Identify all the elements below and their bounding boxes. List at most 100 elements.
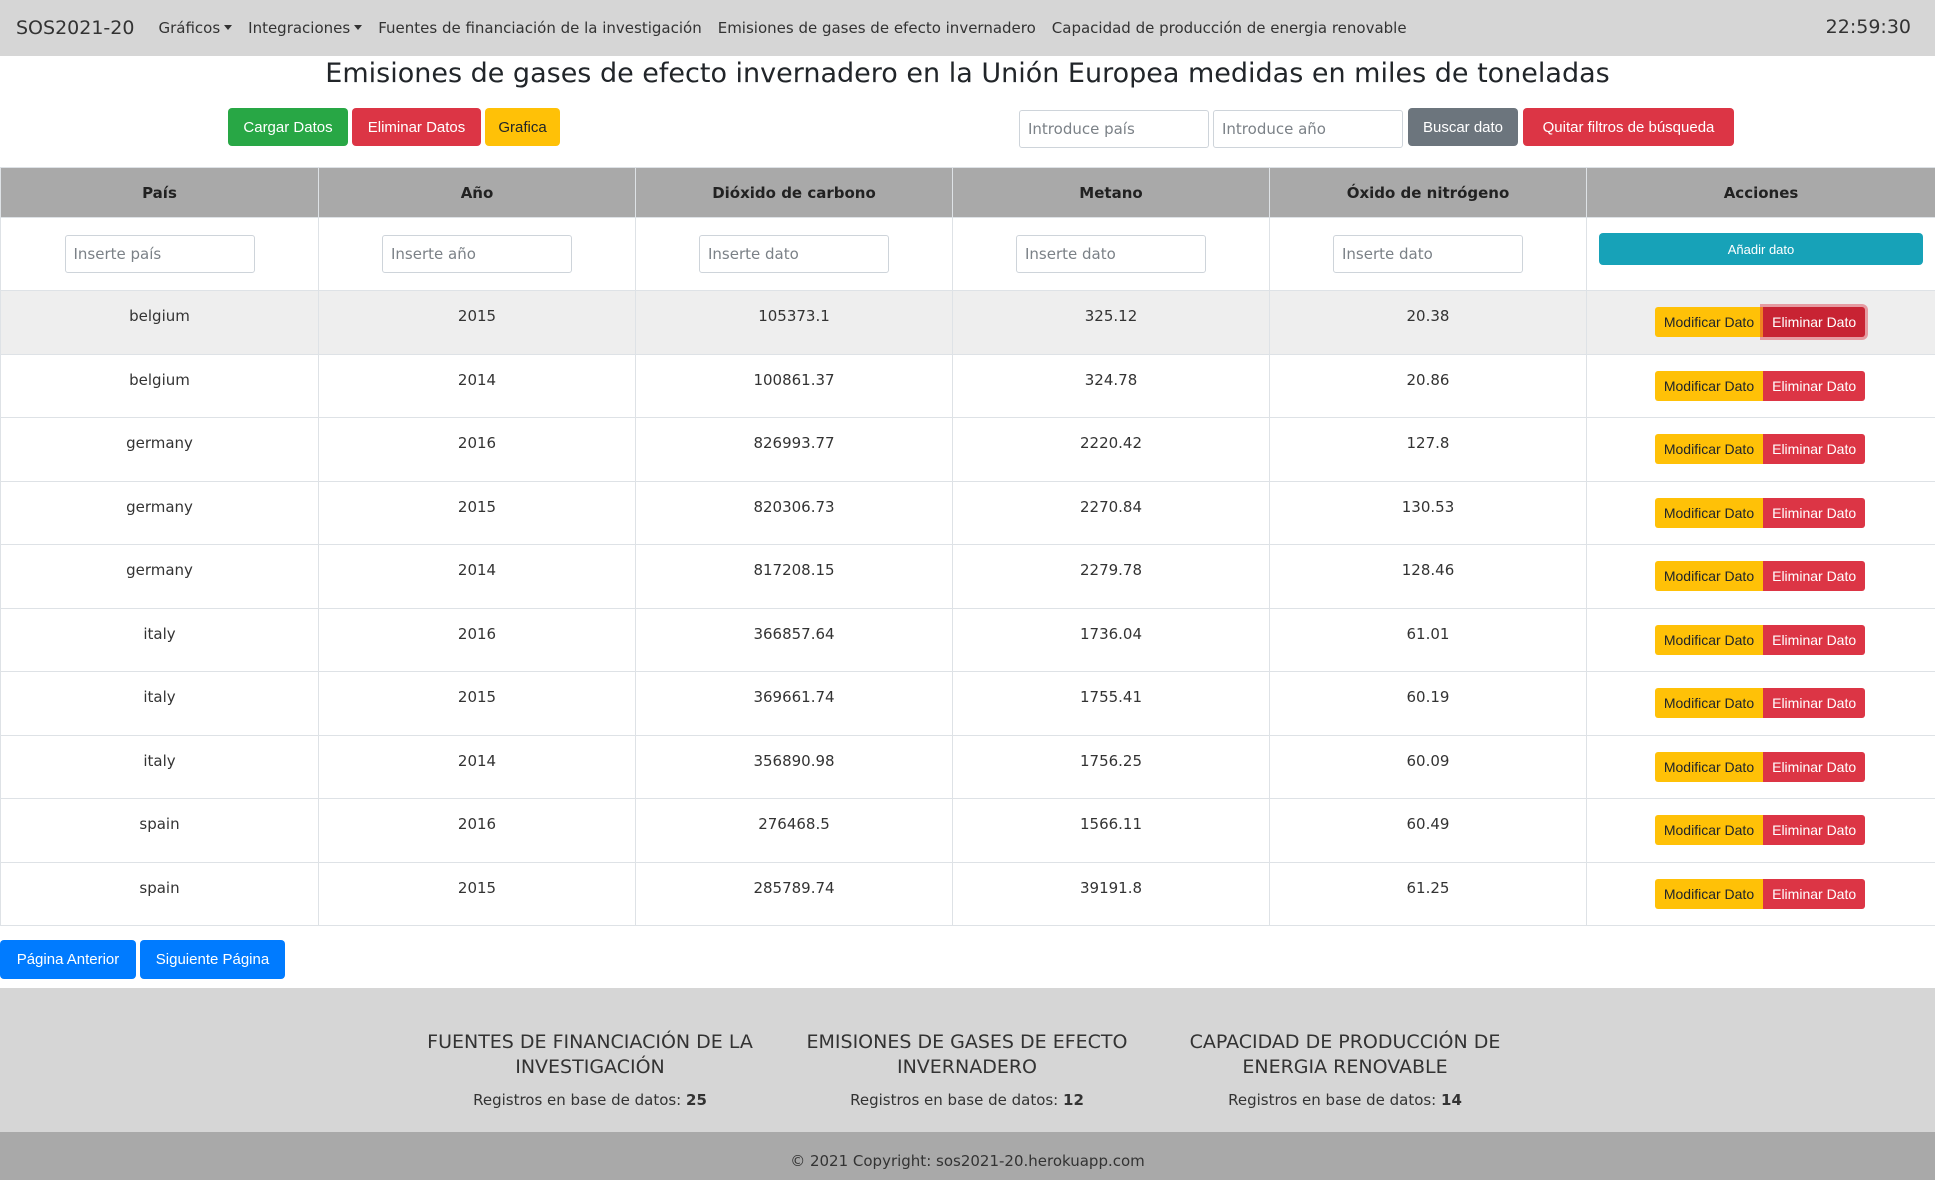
summary-title-line2: INVESTIGACIÓN <box>515 1056 665 1078</box>
modify-row-button[interactable]: Modificar Dato <box>1654 751 1764 782</box>
header-year[interactable]: Año <box>318 167 636 218</box>
menu-integraciones[interactable]: Integraciones <box>248 19 363 37</box>
modify-row-button[interactable]: Modificar Dato <box>1654 497 1764 528</box>
new-n2o-input[interactable]: Inserte dato <box>1333 235 1523 273</box>
row-actions: Modificar Dato Eliminar Dato <box>1585 815 1935 846</box>
cell-methane: 2220.42 <box>952 417 1270 482</box>
modify-row-button[interactable]: Modificar Dato <box>1654 815 1764 846</box>
search-country-input[interactable]: Introduce país <box>1019 110 1209 148</box>
new-co2-input[interactable]: Inserte dato <box>699 235 889 273</box>
cell-country: spain <box>0 861 319 926</box>
cell-year: 2014 <box>318 353 636 418</box>
header-methane[interactable]: Metano <box>952 167 1270 218</box>
new-methane-input[interactable]: Inserte dato <box>1016 235 1206 273</box>
summary-capacidad: CAPACIDAD DE PRODUCCIÓN DE ENERGIA RENOVA… <box>1175 1030 1515 1109</box>
modify-row-button[interactable]: Modificar Dato <box>1654 688 1764 719</box>
summary-title: FUENTES DE FINANCIACIÓN DE LA INVESTIGACI… <box>410 1030 770 1080</box>
modify-row-button[interactable]: Modificar Dato <box>1654 434 1764 465</box>
brand-link[interactable]: SOS2021-20 <box>16 17 134 39</box>
summary-emisiones: EMISIONES DE GASES DE EFECTO INVERNADERO … <box>797 1030 1137 1109</box>
new-n2o-placeholder: Inserte dato <box>1342 245 1433 263</box>
modify-row-button[interactable]: Modificar Dato <box>1654 878 1764 909</box>
header-n2o[interactable]: Óxido de nitrógeno <box>1269 167 1587 218</box>
summary-title: CAPACIDAD DE PRODUCCIÓN DE ENERGIA RENOVA… <box>1175 1030 1515 1080</box>
summary-section: FUENTES DE FINANCIACIÓN DE LA INVESTIGACI… <box>0 988 1935 1132</box>
chart-button[interactable]: Grafica <box>485 108 560 146</box>
row-actions: Modificar Dato Eliminar Dato <box>1585 307 1935 338</box>
summary-count-value: 25 <box>686 1091 707 1109</box>
table-row: germany 2015 820306.73 2270.84 130.53 Modific… <box>0 480 1935 545</box>
new-country-placeholder: Inserte país <box>73 245 162 263</box>
cell-actions: Modificar Dato Eliminar Dato <box>1586 607 1935 672</box>
cell-co2: 369661.74 <box>635 671 953 736</box>
cell-n2o: 20.38 <box>1269 290 1587 355</box>
cell-methane: 1755.41 <box>952 671 1270 736</box>
menu-graficos[interactable]: Gráficos <box>158 19 233 37</box>
summary-title-line2: ENERGIA RENOVABLE <box>1242 1056 1448 1078</box>
cell-year: 2016 <box>318 798 636 863</box>
next-page-button[interactable]: Siguiente Página <box>140 940 285 979</box>
modify-row-button[interactable]: Modificar Dato <box>1654 561 1764 592</box>
delete-row-button[interactable]: Eliminar Dato <box>1763 561 1866 592</box>
delete-row-button[interactable]: Eliminar Dato <box>1763 370 1866 401</box>
menu-graficos-label: Gráficos <box>158 19 221 37</box>
new-country-input[interactable]: Inserte país <box>64 235 255 273</box>
nav-link-emisiones[interactable]: Emisiones de gases de efecto invernadero <box>718 19 1036 37</box>
cell-actions: Modificar Dato Eliminar Dato <box>1586 417 1935 482</box>
header-country[interactable]: País <box>0 167 319 218</box>
nav-link-capacidad[interactable]: Capacidad de producción de energia renov… <box>1052 19 1407 37</box>
header-co2[interactable]: Dióxido de carbono <box>635 167 953 218</box>
search-year-input[interactable]: Introduce año <box>1213 110 1403 148</box>
cell-n2o: 61.25 <box>1269 861 1587 926</box>
search-button[interactable]: Buscar dato <box>1408 108 1518 146</box>
delete-row-button[interactable]: Eliminar Dato <box>1763 878 1866 909</box>
chevron-down-icon <box>354 25 363 30</box>
emissions-table: País Año Dióxido de carbono Metano Óxido… <box>0 167 1935 926</box>
summary-count: Registros en base de datos: 14 <box>1175 1091 1515 1109</box>
summary-count-value: 14 <box>1441 1091 1462 1109</box>
header-actions: Acciones <box>1586 167 1935 218</box>
cell-actions: Modificar Dato Eliminar Dato <box>1586 544 1935 609</box>
modify-row-button[interactable]: Modificar Dato <box>1654 307 1764 338</box>
page-title: Emisiones de gases de efecto invernadero… <box>325 58 1610 89</box>
summary-count-label: Registros en base de datos: <box>1228 1091 1437 1109</box>
delete-row-button[interactable]: Eliminar Dato <box>1763 497 1866 528</box>
cell-n2o: 20.86 <box>1269 353 1587 418</box>
cell-co2: 366857.64 <box>635 607 953 672</box>
cell-year: 2015 <box>318 861 636 926</box>
cell-actions: Modificar Dato Eliminar Dato <box>1586 671 1935 736</box>
cell-methane: 325.12 <box>952 290 1270 355</box>
cell-year: 2015 <box>318 480 636 545</box>
table-row: belgium 2015 105373.1 325.12 20.38 Modificar … <box>0 290 1935 355</box>
nav-link-fuentes[interactable]: Fuentes de financiación de la investigac… <box>378 19 702 37</box>
cell-year: 2016 <box>318 417 636 482</box>
cell-co2: 826993.77 <box>635 417 953 482</box>
delete-row-button[interactable]: Eliminar Dato <box>1763 751 1866 782</box>
cell-year: 2015 <box>318 671 636 736</box>
cell-country: belgium <box>0 353 319 418</box>
summary-fuentes: FUENTES DE FINANCIACIÓN DE LA INVESTIGACI… <box>410 1030 770 1109</box>
modify-row-button[interactable]: Modificar Dato <box>1654 624 1764 655</box>
delete-row-button[interactable]: Eliminar Dato <box>1763 815 1866 846</box>
row-actions: Modificar Dato Eliminar Dato <box>1585 370 1935 401</box>
delete-row-button[interactable]: Eliminar Dato <box>1763 434 1866 465</box>
summary-title-line2: INVERNADERO <box>896 1056 1038 1078</box>
cell-methane: 1756.25 <box>952 734 1270 799</box>
delete-row-button[interactable]: Eliminar Dato <box>1763 688 1866 719</box>
prev-page-button[interactable]: Página Anterior <box>0 940 136 979</box>
new-year-input[interactable]: Inserte año <box>382 235 572 273</box>
modify-row-button[interactable]: Modificar Dato <box>1654 370 1764 401</box>
delete-all-button[interactable]: Eliminar Datos <box>352 108 481 146</box>
cell-country: belgium <box>0 290 319 355</box>
cell-year: 2014 <box>318 544 636 609</box>
cell-country: spain <box>0 798 319 863</box>
add-data-button[interactable]: Añadir dato <box>1599 233 1923 265</box>
delete-row-button[interactable]: Eliminar Dato <box>1763 307 1866 338</box>
delete-row-button[interactable]: Eliminar Dato <box>1763 624 1866 655</box>
load-data-button[interactable]: Cargar Datos <box>228 108 348 146</box>
clear-filters-button[interactable]: Quitar filtros de búsqueda <box>1523 108 1734 146</box>
cell-year: 2015 <box>318 290 636 355</box>
row-actions: Modificar Dato Eliminar Dato <box>1585 497 1935 528</box>
summary-title-line1: FUENTES DE FINANCIACIÓN DE LA <box>427 1031 753 1053</box>
cell-actions: Modificar Dato Eliminar Dato <box>1585 480 1935 545</box>
